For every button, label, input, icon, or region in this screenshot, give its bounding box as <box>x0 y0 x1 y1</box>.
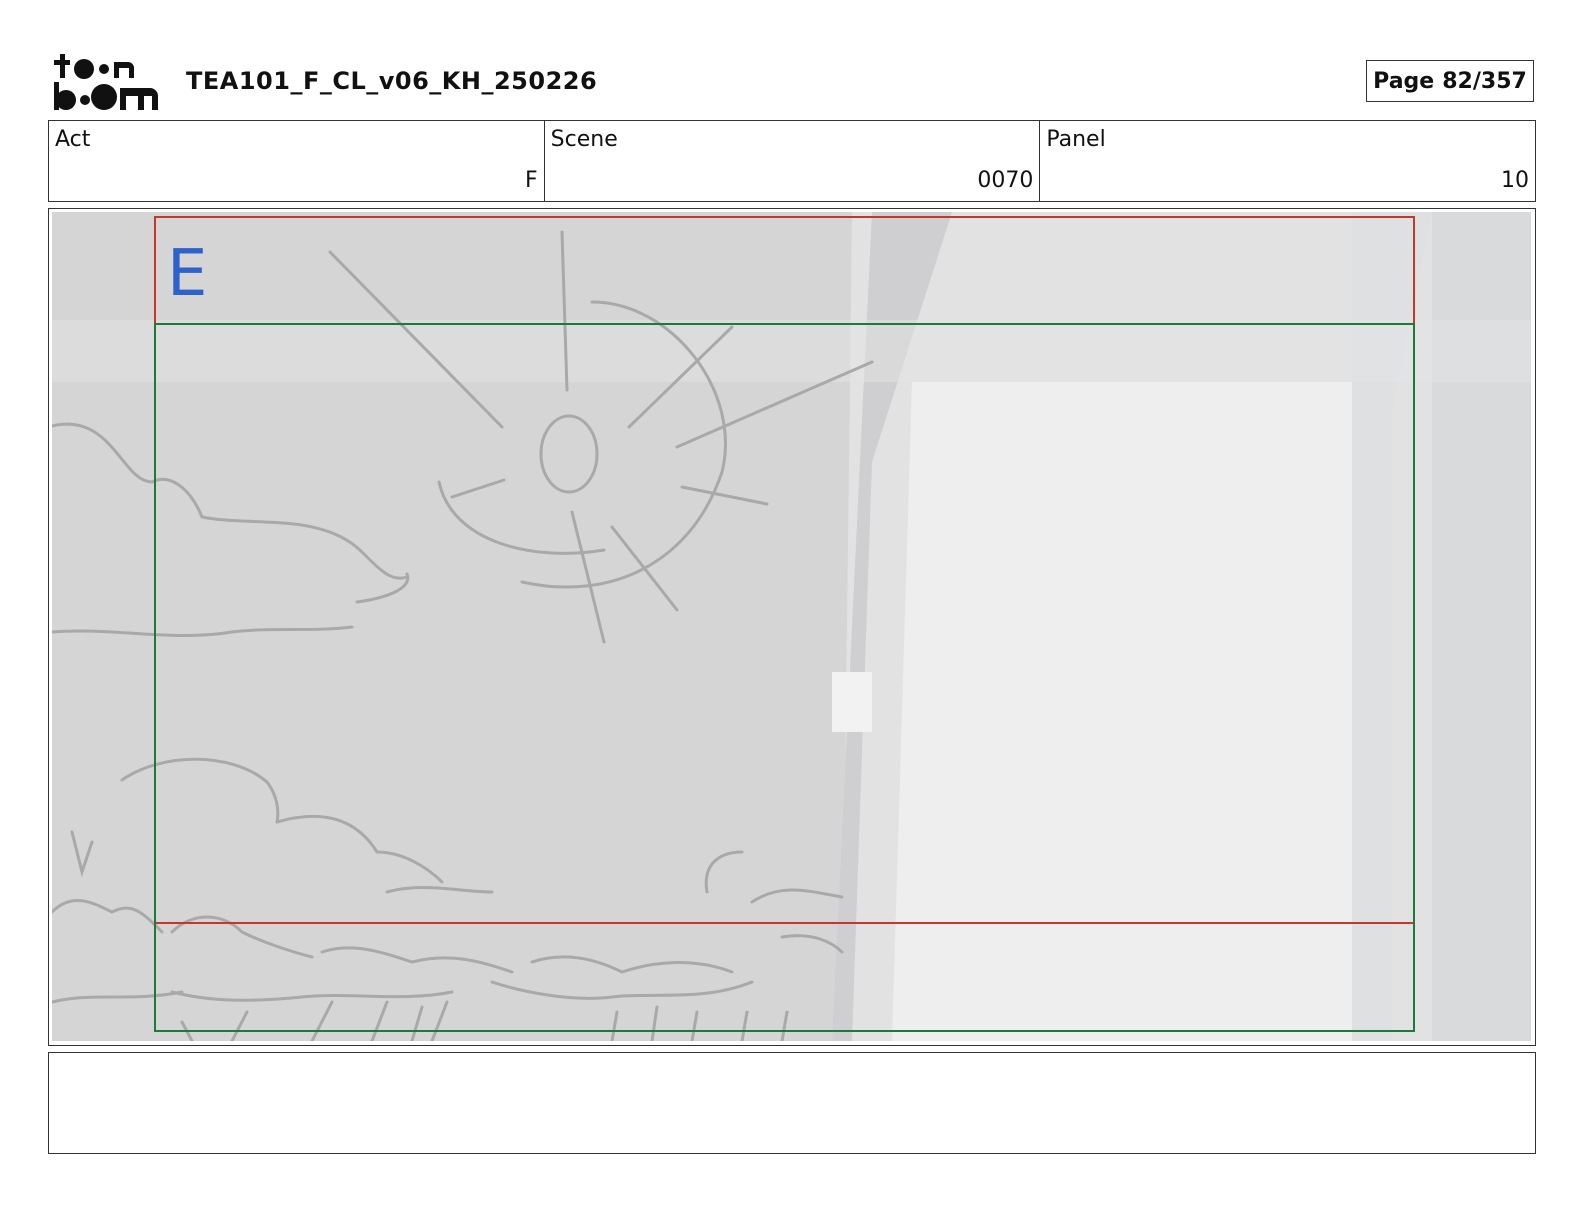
scene-value: 0070 <box>977 168 1034 193</box>
page-number: 82/357 <box>1442 68 1527 94</box>
scene-label: Scene <box>550 127 618 152</box>
page-indicator: Page 82/357 <box>1366 60 1534 102</box>
toon-boom-logo <box>54 54 158 110</box>
document-title: TEA101_F_CL_v06_KH_250226 <box>186 67 598 95</box>
scene-cell: Scene 0070 <box>545 121 1041 201</box>
act-cell: Act F <box>49 121 545 201</box>
panel-value: 10 <box>1501 168 1530 193</box>
act-label: Act <box>55 127 91 152</box>
panel-artwork: E <box>52 212 1531 1041</box>
page-label: Page <box>1373 68 1435 94</box>
panel-label: Panel <box>1046 127 1106 152</box>
notes-box <box>48 1052 1536 1154</box>
panel-cell: Panel 10 <box>1040 121 1535 201</box>
info-table: Act F Scene 0070 Panel 10 <box>48 120 1536 202</box>
storyboard-panel: E <box>48 208 1536 1046</box>
act-value: F <box>525 168 538 193</box>
field-marker-letter: E <box>167 237 207 311</box>
